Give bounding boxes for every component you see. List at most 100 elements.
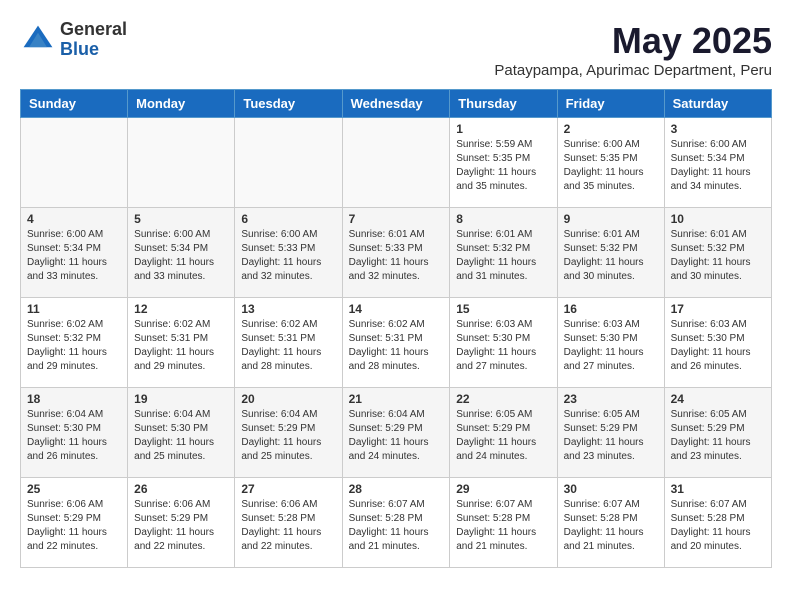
day-number: 3 bbox=[671, 122, 765, 136]
day-number: 7 bbox=[349, 212, 444, 226]
title-block: May 2025 Pataypampa, Apurimac Department… bbox=[494, 20, 772, 79]
calendar-cell: 16Sunrise: 6:03 AM Sunset: 5:30 PM Dayli… bbox=[557, 298, 664, 388]
calendar-cell: 6 Sunrise: 6:00 AM Sunset: 5:33 PM Daylig… bbox=[235, 208, 342, 298]
day-number: 20 bbox=[241, 392, 335, 406]
calendar-cell: 14Sunrise: 6:02 AM Sunset: 5:31 PM Dayli… bbox=[342, 298, 450, 388]
day-number: 1 bbox=[456, 122, 550, 136]
day-info: Sunrise: 6:01 AM Sunset: 5:32 PM Dayligh… bbox=[564, 228, 658, 284]
calendar-cell: 11 Sunrise: 6:02 AM Sunset: 5:32 PM Dayli… bbox=[21, 298, 128, 388]
day-info: Sunrise: 6:05 AM Sunset: 5:29 PM Dayligh… bbox=[564, 408, 658, 464]
day-info: Sunrise: 6:02 AM Sunset: 5:31 PM Dayligh… bbox=[134, 318, 228, 374]
calendar-body: 1 Sunrise: 5:59 AM Sunset: 5:35 PM Daylig… bbox=[21, 118, 772, 568]
weekday-header-saturday: Saturday bbox=[664, 90, 771, 118]
day-number: 24 bbox=[671, 392, 765, 406]
calendar-week-3: 11 Sunrise: 6:02 AM Sunset: 5:32 PM Dayli… bbox=[21, 298, 772, 388]
weekday-header-friday: Friday bbox=[557, 90, 664, 118]
day-number: 6 bbox=[241, 212, 335, 226]
day-info: Sunrise: 5:59 AM Sunset: 5:35 PM Dayligh… bbox=[456, 138, 550, 194]
day-number: 21 bbox=[349, 392, 444, 406]
calendar-cell: 8Sunrise: 6:01 AM Sunset: 5:32 PM Daylig… bbox=[450, 208, 557, 298]
day-info: Sunrise: 6:04 AM Sunset: 5:29 PM Dayligh… bbox=[349, 408, 444, 464]
day-info: Sunrise: 6:07 AM Sunset: 5:28 PM Dayligh… bbox=[671, 498, 765, 554]
calendar-cell: 25Sunrise: 6:06 AM Sunset: 5:29 PM Dayli… bbox=[21, 478, 128, 568]
weekday-row: SundayMondayTuesdayWednesdayThursdayFrid… bbox=[21, 90, 772, 118]
calendar-cell: 13 Sunrise: 6:02 AM Sunset: 5:31 PM Dayli… bbox=[235, 298, 342, 388]
calendar-cell: 17 Sunrise: 6:03 AM Sunset: 5:30 PM Dayli… bbox=[664, 298, 771, 388]
day-number: 29 bbox=[456, 482, 550, 496]
day-info: Sunrise: 6:03 AM Sunset: 5:30 PM Dayligh… bbox=[456, 318, 550, 374]
calendar-cell: 23Sunrise: 6:05 AM Sunset: 5:29 PM Dayli… bbox=[557, 388, 664, 478]
day-number: 22 bbox=[456, 392, 550, 406]
day-number: 16 bbox=[564, 302, 658, 316]
day-number: 17 bbox=[671, 302, 765, 316]
day-number: 28 bbox=[349, 482, 444, 496]
calendar-cell: 12Sunrise: 6:02 AM Sunset: 5:31 PM Dayli… bbox=[128, 298, 235, 388]
day-number: 9 bbox=[564, 212, 658, 226]
day-info: Sunrise: 6:00 AM Sunset: 5:33 PM Dayligh… bbox=[241, 228, 335, 284]
calendar-cell: 18 Sunrise: 6:04 AM Sunset: 5:30 PM Dayli… bbox=[21, 388, 128, 478]
day-number: 11 bbox=[27, 302, 121, 316]
day-info: Sunrise: 6:05 AM Sunset: 5:29 PM Dayligh… bbox=[671, 408, 765, 464]
day-info: Sunrise: 6:07 AM Sunset: 5:28 PM Dayligh… bbox=[564, 498, 658, 554]
weekday-header-wednesday: Wednesday bbox=[342, 90, 450, 118]
day-info: Sunrise: 6:04 AM Sunset: 5:30 PM Dayligh… bbox=[134, 408, 228, 464]
day-info: Sunrise: 6:03 AM Sunset: 5:30 PM Dayligh… bbox=[671, 318, 765, 374]
day-number: 13 bbox=[241, 302, 335, 316]
month-year-title: May 2025 bbox=[494, 20, 772, 62]
day-number: 10 bbox=[671, 212, 765, 226]
calendar-table: SundayMondayTuesdayWednesdayThursdayFrid… bbox=[20, 89, 772, 568]
weekday-header-sunday: Sunday bbox=[21, 90, 128, 118]
day-number: 30 bbox=[564, 482, 658, 496]
day-number: 26 bbox=[134, 482, 228, 496]
calendar-cell: 10Sunrise: 6:01 AM Sunset: 5:32 PM Dayli… bbox=[664, 208, 771, 298]
day-info: Sunrise: 6:04 AM Sunset: 5:29 PM Dayligh… bbox=[241, 408, 335, 464]
calendar-cell: 15 Sunrise: 6:03 AM Sunset: 5:30 PM Dayli… bbox=[450, 298, 557, 388]
calendar-cell: 7 Sunrise: 6:01 AM Sunset: 5:33 PM Daylig… bbox=[342, 208, 450, 298]
calendar-week-4: 18 Sunrise: 6:04 AM Sunset: 5:30 PM Dayli… bbox=[21, 388, 772, 478]
day-info: Sunrise: 6:07 AM Sunset: 5:28 PM Dayligh… bbox=[349, 498, 444, 554]
calendar-cell: 31 Sunrise: 6:07 AM Sunset: 5:28 PM Dayli… bbox=[664, 478, 771, 568]
day-info: Sunrise: 6:02 AM Sunset: 5:32 PM Dayligh… bbox=[27, 318, 121, 374]
calendar-cell: 24 Sunrise: 6:05 AM Sunset: 5:29 PM Dayli… bbox=[664, 388, 771, 478]
day-info: Sunrise: 6:02 AM Sunset: 5:31 PM Dayligh… bbox=[349, 318, 444, 374]
page-header: General Blue May 2025 Pataypampa, Apurim… bbox=[20, 20, 772, 79]
day-number: 27 bbox=[241, 482, 335, 496]
logo-blue: Blue bbox=[60, 40, 127, 60]
weekday-header-monday: Monday bbox=[128, 90, 235, 118]
calendar-cell: 30 Sunrise: 6:07 AM Sunset: 5:28 PM Dayli… bbox=[557, 478, 664, 568]
calendar-cell: 22 Sunrise: 6:05 AM Sunset: 5:29 PM Dayli… bbox=[450, 388, 557, 478]
day-number: 31 bbox=[671, 482, 765, 496]
day-info: Sunrise: 6:00 AM Sunset: 5:34 PM Dayligh… bbox=[27, 228, 121, 284]
day-number: 8 bbox=[456, 212, 550, 226]
day-number: 4 bbox=[27, 212, 121, 226]
day-info: Sunrise: 6:04 AM Sunset: 5:30 PM Dayligh… bbox=[27, 408, 121, 464]
calendar-cell: 27Sunrise: 6:06 AM Sunset: 5:28 PM Dayli… bbox=[235, 478, 342, 568]
calendar-cell: 2Sunrise: 6:00 AM Sunset: 5:35 PM Daylig… bbox=[557, 118, 664, 208]
calendar-header: SundayMondayTuesdayWednesdayThursdayFrid… bbox=[21, 90, 772, 118]
day-info: Sunrise: 6:02 AM Sunset: 5:31 PM Dayligh… bbox=[241, 318, 335, 374]
calendar-week-1: 1 Sunrise: 5:59 AM Sunset: 5:35 PM Daylig… bbox=[21, 118, 772, 208]
day-number: 18 bbox=[27, 392, 121, 406]
day-number: 19 bbox=[134, 392, 228, 406]
day-info: Sunrise: 6:05 AM Sunset: 5:29 PM Dayligh… bbox=[456, 408, 550, 464]
day-info: Sunrise: 6:07 AM Sunset: 5:28 PM Dayligh… bbox=[456, 498, 550, 554]
calendar-week-5: 25Sunrise: 6:06 AM Sunset: 5:29 PM Dayli… bbox=[21, 478, 772, 568]
weekday-header-tuesday: Tuesday bbox=[235, 90, 342, 118]
day-info: Sunrise: 6:01 AM Sunset: 5:33 PM Dayligh… bbox=[349, 228, 444, 284]
logo: General Blue bbox=[20, 20, 127, 60]
calendar-cell: 5Sunrise: 6:00 AM Sunset: 5:34 PM Daylig… bbox=[128, 208, 235, 298]
day-info: Sunrise: 6:00 AM Sunset: 5:34 PM Dayligh… bbox=[671, 138, 765, 194]
calendar-cell: 20 Sunrise: 6:04 AM Sunset: 5:29 PM Dayli… bbox=[235, 388, 342, 478]
day-info: Sunrise: 6:06 AM Sunset: 5:29 PM Dayligh… bbox=[27, 498, 121, 554]
calendar-cell: 28 Sunrise: 6:07 AM Sunset: 5:28 PM Dayli… bbox=[342, 478, 450, 568]
location-subtitle: Pataypampa, Apurimac Department, Peru bbox=[494, 62, 772, 79]
weekday-header-thursday: Thursday bbox=[450, 90, 557, 118]
logo-general: General bbox=[60, 20, 127, 40]
calendar-week-2: 4 Sunrise: 6:00 AM Sunset: 5:34 PM Daylig… bbox=[21, 208, 772, 298]
calendar-cell: 21 Sunrise: 6:04 AM Sunset: 5:29 PM Dayli… bbox=[342, 388, 450, 478]
day-number: 15 bbox=[456, 302, 550, 316]
day-number: 5 bbox=[134, 212, 228, 226]
calendar-cell: 1 Sunrise: 5:59 AM Sunset: 5:35 PM Daylig… bbox=[450, 118, 557, 208]
calendar-cell: 9 Sunrise: 6:01 AM Sunset: 5:32 PM Daylig… bbox=[557, 208, 664, 298]
logo-text: General Blue bbox=[60, 20, 127, 60]
